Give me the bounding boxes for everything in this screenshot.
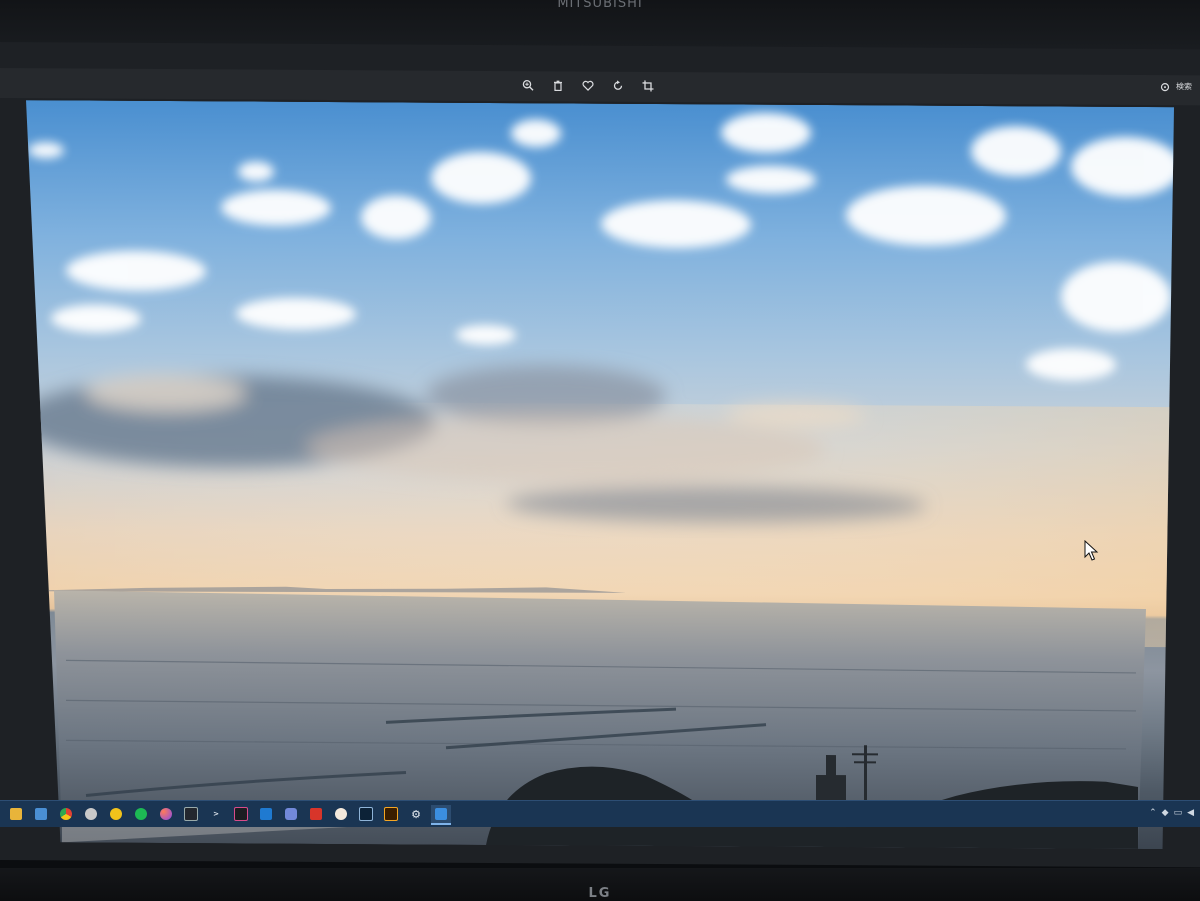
- taskbar-terminal[interactable]: [181, 805, 201, 825]
- taskbar-paint[interactable]: [156, 805, 176, 825]
- taskbar-spotify[interactable]: [131, 805, 151, 825]
- volume-icon[interactable]: ◀: [1187, 808, 1194, 818]
- windows-taskbar: > ⚙ ⌃ ◆ ▭ ◀: [0, 800, 1200, 827]
- search-icon: [1160, 82, 1170, 92]
- terminal-icon: [184, 807, 198, 821]
- taskbar-apps: > ⚙: [6, 805, 451, 825]
- cat-app-icon: [335, 808, 347, 820]
- spotify-icon: [135, 808, 147, 820]
- illustrator-icon: [384, 807, 398, 821]
- taskbar-cat-app[interactable]: [331, 805, 351, 825]
- taskbar-discord[interactable]: [281, 805, 301, 825]
- taskbar-illustrator[interactable]: [381, 805, 401, 825]
- discord-icon: [285, 808, 297, 820]
- prompt-icon: >: [210, 808, 222, 820]
- heart-icon: [582, 80, 594, 92]
- chrome-icon: [60, 808, 72, 820]
- taskbar-file-explorer[interactable]: [6, 805, 26, 825]
- folder-icon: [35, 808, 47, 820]
- chrome-alt-icon: [85, 808, 97, 820]
- norton-icon: [110, 808, 122, 820]
- taskbar-folder[interactable]: [31, 805, 51, 825]
- tray-chevron-up-icon[interactable]: ⌃: [1149, 808, 1157, 818]
- toolbar-right[interactable]: 検索: [1160, 81, 1192, 92]
- taskbar-vscode[interactable]: [256, 805, 276, 825]
- zoom-button[interactable]: [520, 77, 536, 93]
- taskbar-prompt[interactable]: >: [206, 805, 226, 825]
- monitor-brand-bottom: LG: [0, 886, 1200, 901]
- taskbar-norton[interactable]: [106, 805, 126, 825]
- crop-button[interactable]: [640, 78, 656, 94]
- screen-app-icon: [234, 807, 248, 821]
- taskbar-chrome-alt[interactable]: [81, 805, 101, 825]
- toolbar-right-label: 検索: [1176, 81, 1192, 92]
- lightroom-icon: [359, 807, 373, 821]
- favorite-button[interactable]: [580, 78, 596, 94]
- gear-icon: ⚙: [410, 808, 422, 820]
- photo-red-icon: [310, 808, 322, 820]
- rotate-icon: [612, 80, 624, 92]
- toolbar-actions: [520, 77, 656, 94]
- monitor-brand-top: MITSUBISHI: [0, 0, 1200, 11]
- monitor-screen: 検索: [0, 42, 1200, 867]
- taskbar-photo-red[interactable]: [306, 805, 326, 825]
- dropbox-icon[interactable]: ◆: [1162, 808, 1169, 818]
- trash-icon: [552, 79, 564, 91]
- paint-icon: [160, 808, 172, 820]
- zoom-in-icon: [522, 79, 534, 91]
- network-icon[interactable]: ▭: [1174, 808, 1183, 818]
- photos-icon: [435, 808, 447, 820]
- seascape-photo: [26, 100, 1174, 849]
- system-tray: ⌃ ◆ ▭ ◀: [1149, 808, 1194, 818]
- file-explorer-icon: [10, 808, 22, 820]
- taskbar-photos[interactable]: [431, 805, 451, 825]
- vscode-icon: [260, 808, 272, 820]
- taskbar-chrome[interactable]: [56, 805, 76, 825]
- taskbar-settings[interactable]: ⚙: [406, 805, 426, 825]
- mouse-cursor-icon: [1084, 540, 1100, 562]
- crop-icon: [642, 80, 654, 92]
- photo-display[interactable]: [26, 100, 1174, 849]
- delete-button[interactable]: [550, 77, 566, 93]
- taskbar-screen-app[interactable]: [231, 805, 251, 825]
- taskbar-lightroom[interactable]: [356, 805, 376, 825]
- rotate-button[interactable]: [610, 78, 626, 94]
